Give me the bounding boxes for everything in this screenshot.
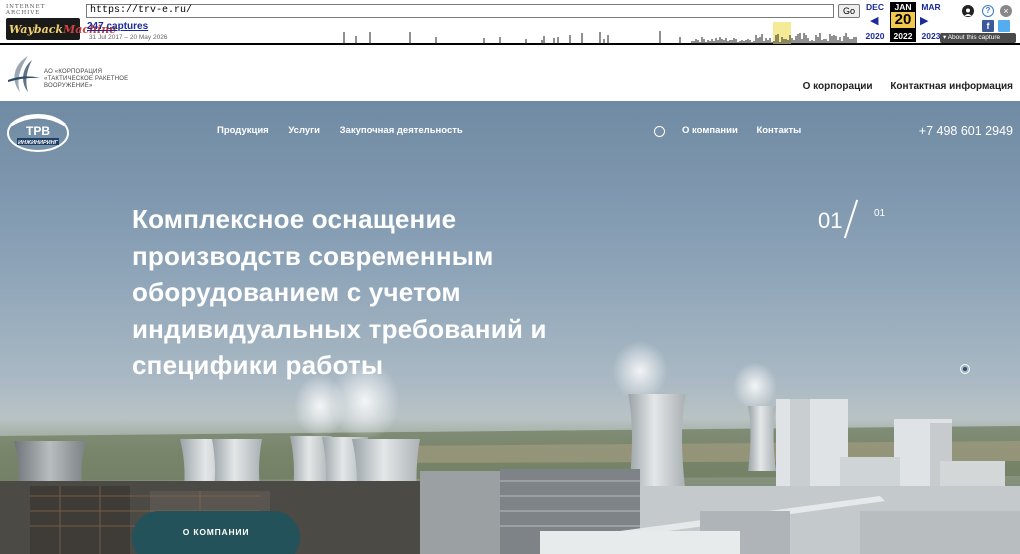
wayback-machine-wordmark: Wayback Machine (6, 18, 116, 40)
prev-month[interactable]: DEC (862, 2, 888, 12)
captures-sparkline[interactable] (330, 22, 860, 44)
trv-logo-text: ТРВ (26, 124, 50, 138)
calendar-navigator: DEC ◀ 2020 JAN 20 2022 MAR ▶ 2023 (862, 2, 942, 44)
about-company-button[interactable]: О КОМПАНИИ (132, 511, 300, 554)
logo-word-wayback: Wayback (9, 22, 64, 36)
main-nav: Продукция Услуги Закупочная деятельность (217, 125, 480, 136)
nav-procurement[interactable]: Закупочная деятельность (340, 125, 463, 136)
search-icon[interactable] (654, 126, 665, 137)
next-month[interactable]: MAR (918, 2, 944, 12)
nav-contact-info[interactable]: Контактная информация (890, 81, 1013, 92)
nav-products[interactable]: Продукция (217, 125, 269, 136)
next-arrow-icon[interactable]: ▶ (920, 14, 928, 27)
nav-contacts[interactable]: Контакты (756, 125, 801, 136)
prev-year[interactable]: 2020 (862, 31, 888, 41)
about-company-button-label: О КОМПАНИИ (182, 527, 250, 537)
wayback-logo[interactable]: INTERNET ARCHIVE Wayback Machine (6, 4, 116, 42)
user-icon[interactable] (962, 5, 974, 17)
wayback-toolbar: INTERNET ARCHIVE Wayback Machine https://… (0, 0, 1020, 45)
current-day: 20 (891, 12, 915, 28)
top-nav: О корпорации Контактная информация (788, 81, 1013, 92)
next-capture[interactable]: MAR ▶ 2023 (918, 2, 944, 41)
trv-logo-subtext: ИНЖИНИРИНГ (18, 140, 59, 146)
corp-name-line: «ТАКТИЧЕСКОЕ РАКЕТНОЕ (44, 76, 129, 82)
captures-date-range: 31 Jul 2017 – 20 May 2026 (89, 34, 168, 41)
go-button[interactable]: Go (838, 4, 860, 18)
trv-engineering-logo[interactable]: ТРВ ИНЖИНИРИНГ (5, 111, 71, 155)
current-capture: JAN 20 2022 (890, 2, 916, 42)
corporation-name: АО «КОРПОРАЦИЯ «ТАКТИЧЕСКОЕ РАКЕТНОЕ ВОО… (44, 69, 144, 90)
internet-archive-label: INTERNET ARCHIVE (6, 4, 46, 16)
slider-dot[interactable] (960, 364, 970, 374)
site-top-bar: АО «КОРПОРАЦИЯ «ТАКТИЧЕСКОЕ РАКЕТНОЕ ВОО… (0, 47, 1020, 101)
corp-name-line: АО «КОРПОРАЦИЯ (44, 69, 103, 75)
corporation-logo[interactable] (6, 54, 42, 94)
secondary-nav: О компании Контакты (682, 125, 817, 136)
hero-banner: ТРВ ИНЖИНИРИНГ Продукция Услуги Закупочн… (0, 101, 1020, 554)
captures-link[interactable]: 247 captures (87, 21, 148, 32)
prev-capture[interactable]: DEC ◀ 2020 (862, 2, 888, 41)
slide-current-number: 01 (818, 208, 843, 233)
nav-about-company[interactable]: О компании (682, 125, 738, 136)
help-icon[interactable]: ? (982, 5, 994, 17)
phone-number[interactable]: +7 498 601 2949 (919, 124, 1013, 138)
about-capture-button[interactable]: ▾ About this capture (940, 33, 1016, 43)
hero-headline: Комплексное оснащение производств соврем… (132, 204, 547, 380)
close-icon[interactable]: × (1000, 5, 1012, 17)
prev-arrow-icon[interactable]: ◀ (870, 14, 878, 27)
twitter-icon[interactable] (998, 20, 1010, 32)
wayback-url-input[interactable]: https://trv-e.ru/ (86, 4, 834, 18)
nav-services[interactable]: Услуги (288, 125, 320, 136)
current-year: 2022 (893, 31, 913, 41)
slide-total-number: 01 (874, 208, 886, 219)
corp-name-line: ВООРУЖЕНИЕ» (44, 83, 93, 89)
nav-about-corporation[interactable]: О корпорации (803, 81, 873, 92)
facebook-icon[interactable]: f (982, 20, 994, 32)
